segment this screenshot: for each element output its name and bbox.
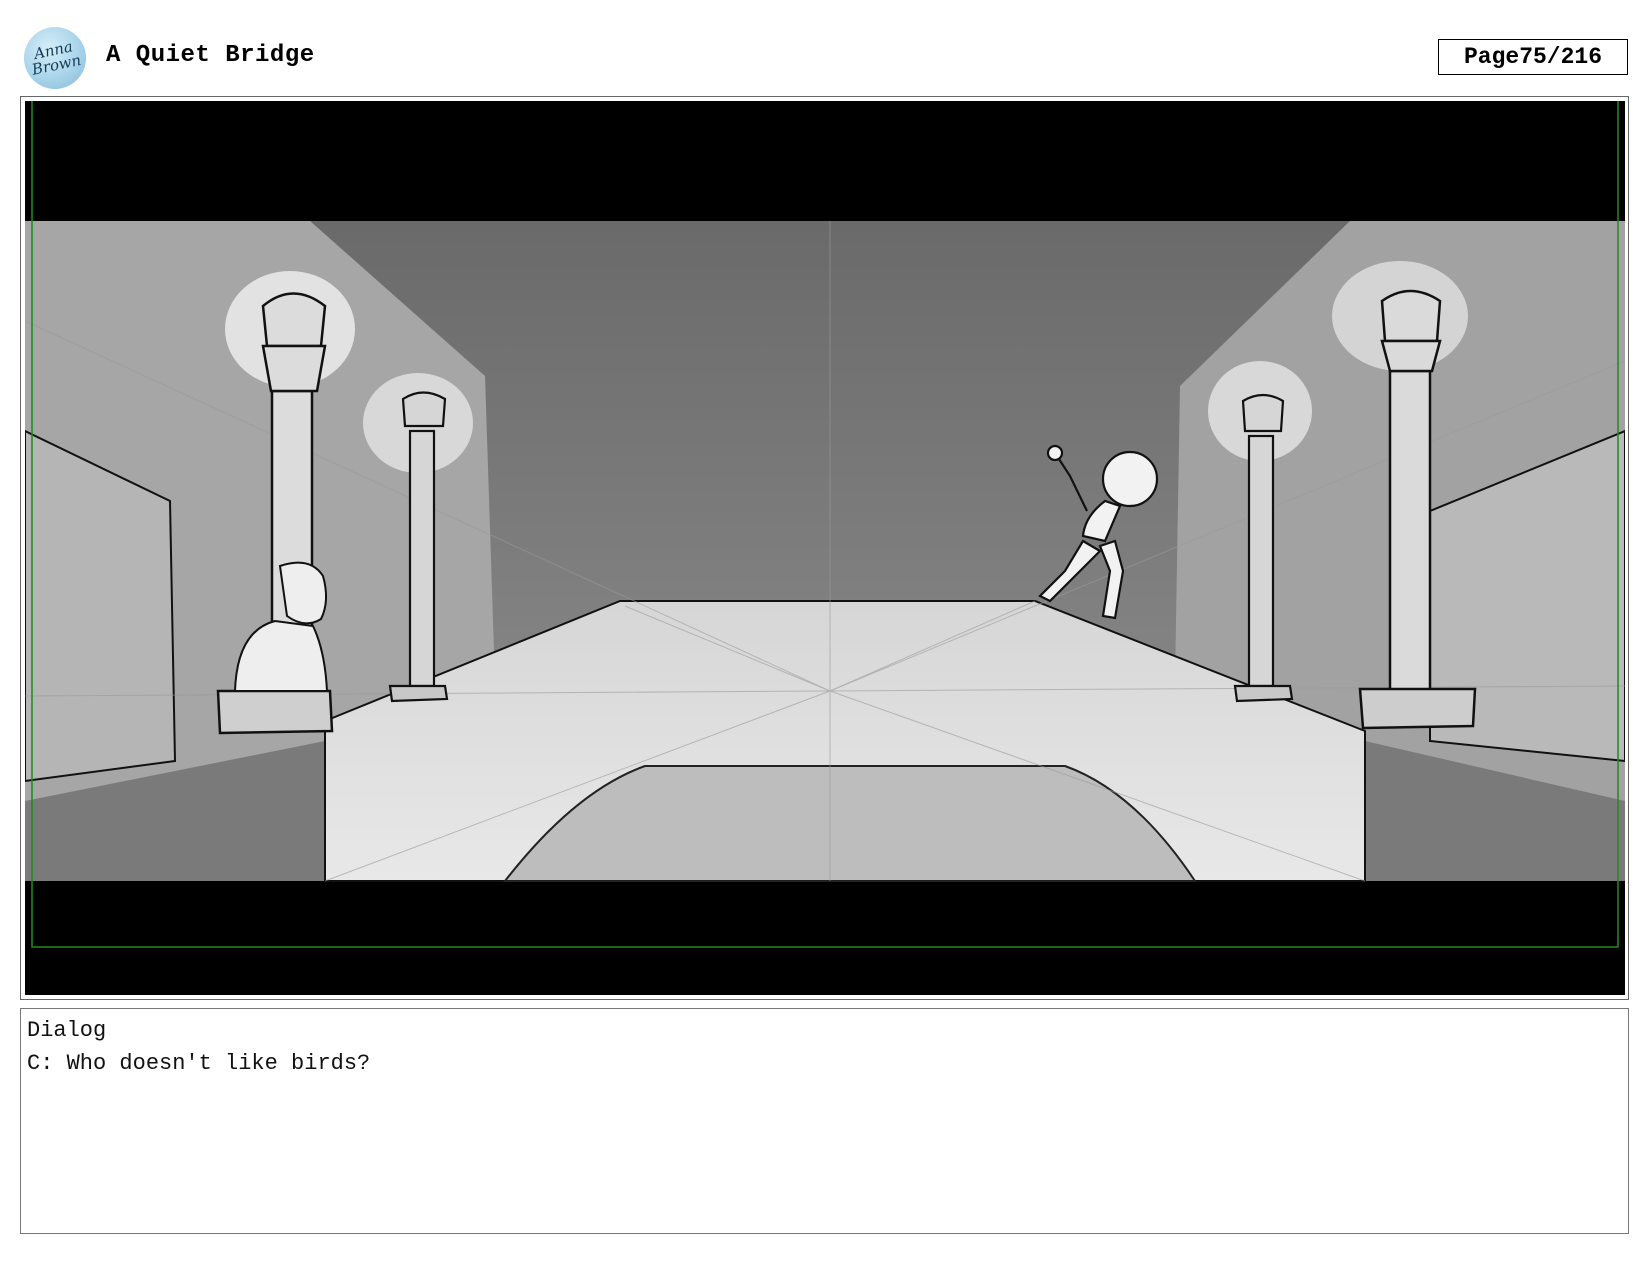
- letterbox-top: [25, 101, 1625, 221]
- storyboard-title: A Quiet Bridge: [106, 42, 315, 69]
- panel-drawing: [25, 101, 1625, 995]
- page-number: 75/216: [1519, 44, 1603, 70]
- dialog-box: Dialog C: Who doesn't like birds?: [20, 1008, 1629, 1234]
- dialog-heading: Dialog: [27, 1018, 107, 1043]
- bridge-arch: [502, 765, 1197, 882]
- page-indicator: Page 75/216: [1438, 39, 1628, 75]
- artist-logo: Anna Brown: [24, 27, 86, 89]
- storyboard-panel: [25, 101, 1625, 995]
- letterbox-bottom: [25, 881, 1625, 995]
- page-label: Page: [1463, 44, 1520, 70]
- logo-signature: Anna Brown: [30, 37, 83, 79]
- dialog-line: C: Who doesn't like birds?: [27, 1051, 371, 1076]
